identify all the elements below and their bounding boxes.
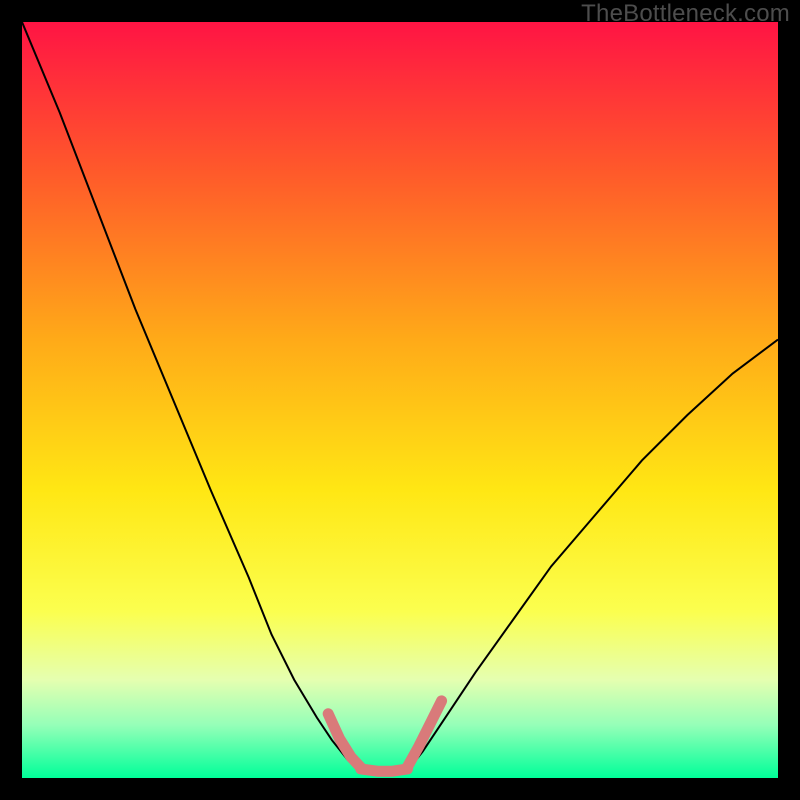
gradient-background	[22, 22, 778, 778]
bottleneck-chart	[22, 22, 778, 778]
chart-frame: TheBottleneck.com	[0, 0, 800, 800]
watermark-text: TheBottleneck.com	[581, 0, 790, 28]
series-highlight-bottom	[361, 769, 408, 771]
